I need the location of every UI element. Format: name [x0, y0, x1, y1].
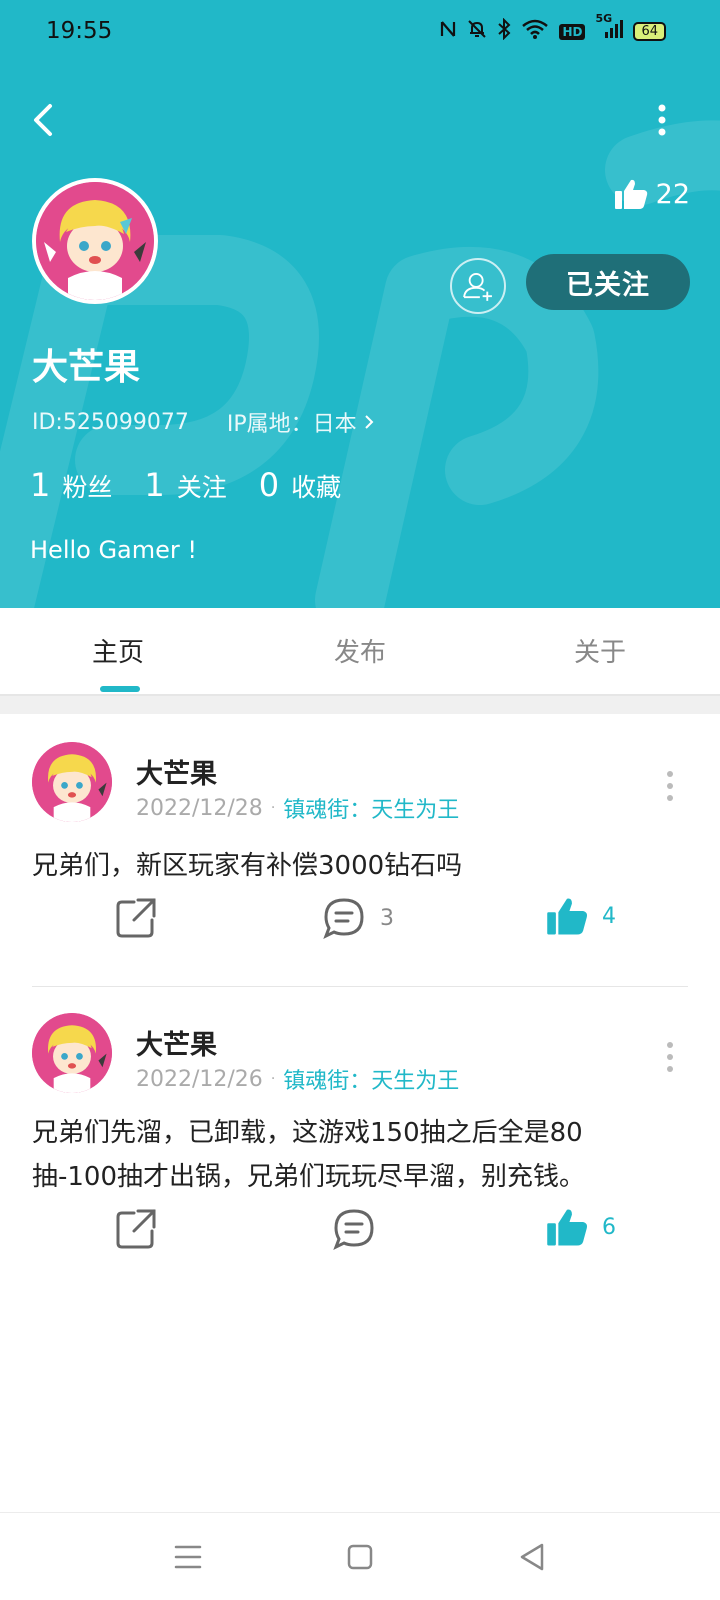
stat-favorites[interactable]: 0 收藏: [259, 466, 341, 504]
tab-about[interactable]: 关于: [540, 632, 660, 669]
post-text-line: 兄弟们先溜，已卸载，这游戏150抽之后全是80: [32, 1118, 583, 1148]
avatar[interactable]: [32, 1013, 112, 1093]
profile-tabs: 主页 发布 关于: [0, 608, 720, 696]
post-actions: 3 4: [0, 896, 720, 946]
status-time: 19:55: [46, 18, 113, 44]
post-text[interactable]: 兄弟们先溜，已卸载，这游戏150抽之后全是80 抽-100抽才出锅，兄弟们玩玩尽…: [32, 1111, 682, 1199]
profile-id-row: ID:525099077 IP属地：日本: [32, 406, 375, 438]
thumbs-up-icon: [614, 179, 647, 209]
post-more-button[interactable]: [664, 766, 676, 806]
post-date: 2022/12/26: [136, 1066, 263, 1092]
bluetooth-icon: [497, 17, 511, 45]
chevron-right-icon: [364, 415, 374, 429]
share-icon[interactable]: [114, 896, 158, 940]
profile-bio: Hello Gamer !: [30, 536, 198, 564]
avatar[interactable]: [32, 742, 112, 822]
comment-icon: [333, 1209, 374, 1251]
nfc-icon: [439, 19, 457, 44]
profile-avatar[interactable]: [32, 178, 158, 304]
user-id: ID:525099077: [32, 409, 189, 435]
post-meta: 2022/12/26 · 镇魂街：天生为王: [136, 1063, 459, 1095]
post-date: 2022/12/28: [136, 795, 263, 821]
thumbs-up-icon: [547, 898, 588, 935]
home-icon[interactable]: [340, 1539, 380, 1575]
stat-fans[interactable]: 1 粉丝: [30, 466, 112, 504]
stat-num: 1: [144, 466, 165, 504]
meta-dot: ·: [270, 800, 276, 816]
profile-header: 19:55 HD 5G 64 22 已关注 大芒果 ID:525099077 I…: [0, 0, 720, 610]
network-type: 5G: [595, 12, 613, 25]
thumbs-up-icon: [547, 1209, 588, 1246]
profile-name: 大芒果: [32, 347, 141, 388]
tab-home[interactable]: 主页: [58, 632, 178, 669]
wifi-icon: [521, 19, 549, 44]
system-nav-bar: [0, 1512, 720, 1600]
post-divider: [32, 986, 688, 987]
comment-button[interactable]: [332, 1207, 390, 1251]
profile-like-count: 22: [614, 178, 690, 210]
add-friend-button[interactable]: [450, 258, 506, 314]
post-text[interactable]: 兄弟们，新区玩家有补偿3000钻石吗: [32, 844, 682, 888]
stat-label: 关注: [176, 473, 227, 502]
menu-icon[interactable]: [168, 1539, 208, 1575]
stat-following[interactable]: 1 关注: [144, 466, 226, 504]
ip-location[interactable]: IP属地：日本: [227, 406, 375, 438]
like-count-text: 22: [655, 178, 690, 210]
signal-icon: 5G: [595, 12, 624, 45]
avatar-image: [36, 182, 154, 300]
post-author[interactable]: 大芒果: [136, 1023, 217, 1062]
more-options-button[interactable]: [654, 102, 670, 138]
comment-count: 3: [380, 905, 394, 931]
comment-button[interactable]: 3: [322, 896, 394, 940]
post-meta: 2022/12/28 · 镇魂街：天生为王: [136, 792, 459, 824]
status-bar: 19:55 HD 5G 64: [0, 0, 720, 66]
post-game-link[interactable]: 镇魂街：天生为王: [283, 1063, 459, 1095]
post-more-button[interactable]: [664, 1037, 676, 1077]
meta-dot: ·: [270, 1071, 276, 1087]
status-icons: HD 5G 64: [439, 12, 666, 45]
back-nav-icon[interactable]: [512, 1539, 552, 1575]
battery-indicator: 64: [633, 22, 666, 41]
like-button[interactable]: 4: [546, 896, 616, 936]
back-button[interactable]: [28, 100, 62, 140]
like-button[interactable]: 6: [546, 1207, 616, 1247]
follow-status-button[interactable]: 已关注: [526, 254, 690, 310]
bell-muted-icon: [467, 19, 487, 44]
stat-label: 粉丝: [62, 473, 113, 502]
like-count: 4: [602, 903, 616, 929]
section-divider: [0, 696, 720, 714]
like-count: 6: [602, 1214, 616, 1240]
watermark-logo: [0, 120, 720, 610]
post-game-link[interactable]: 镇魂街：天生为王: [283, 792, 459, 824]
profile-stats: 1 粉丝 1 关注 0 收藏: [30, 466, 341, 504]
hd-badge: HD: [559, 23, 586, 40]
post-actions: 6: [0, 1207, 720, 1257]
avatar-image: [32, 1013, 112, 1093]
post-author[interactable]: 大芒果: [136, 752, 217, 791]
avatar-image: [32, 742, 112, 822]
stat-num: 0: [258, 466, 280, 504]
comment-icon: [323, 898, 364, 940]
post-text-line: 抽-100抽才出锅，兄弟们玩玩尽早溜，别充钱。: [32, 1162, 586, 1192]
tab-posts[interactable]: 发布: [300, 632, 420, 669]
stat-label: 收藏: [291, 473, 342, 502]
ip-location-text: IP属地：日本: [226, 412, 357, 437]
tab-active-indicator: [100, 686, 140, 692]
stat-num: 1: [30, 466, 51, 504]
share-icon[interactable]: [114, 1207, 158, 1251]
